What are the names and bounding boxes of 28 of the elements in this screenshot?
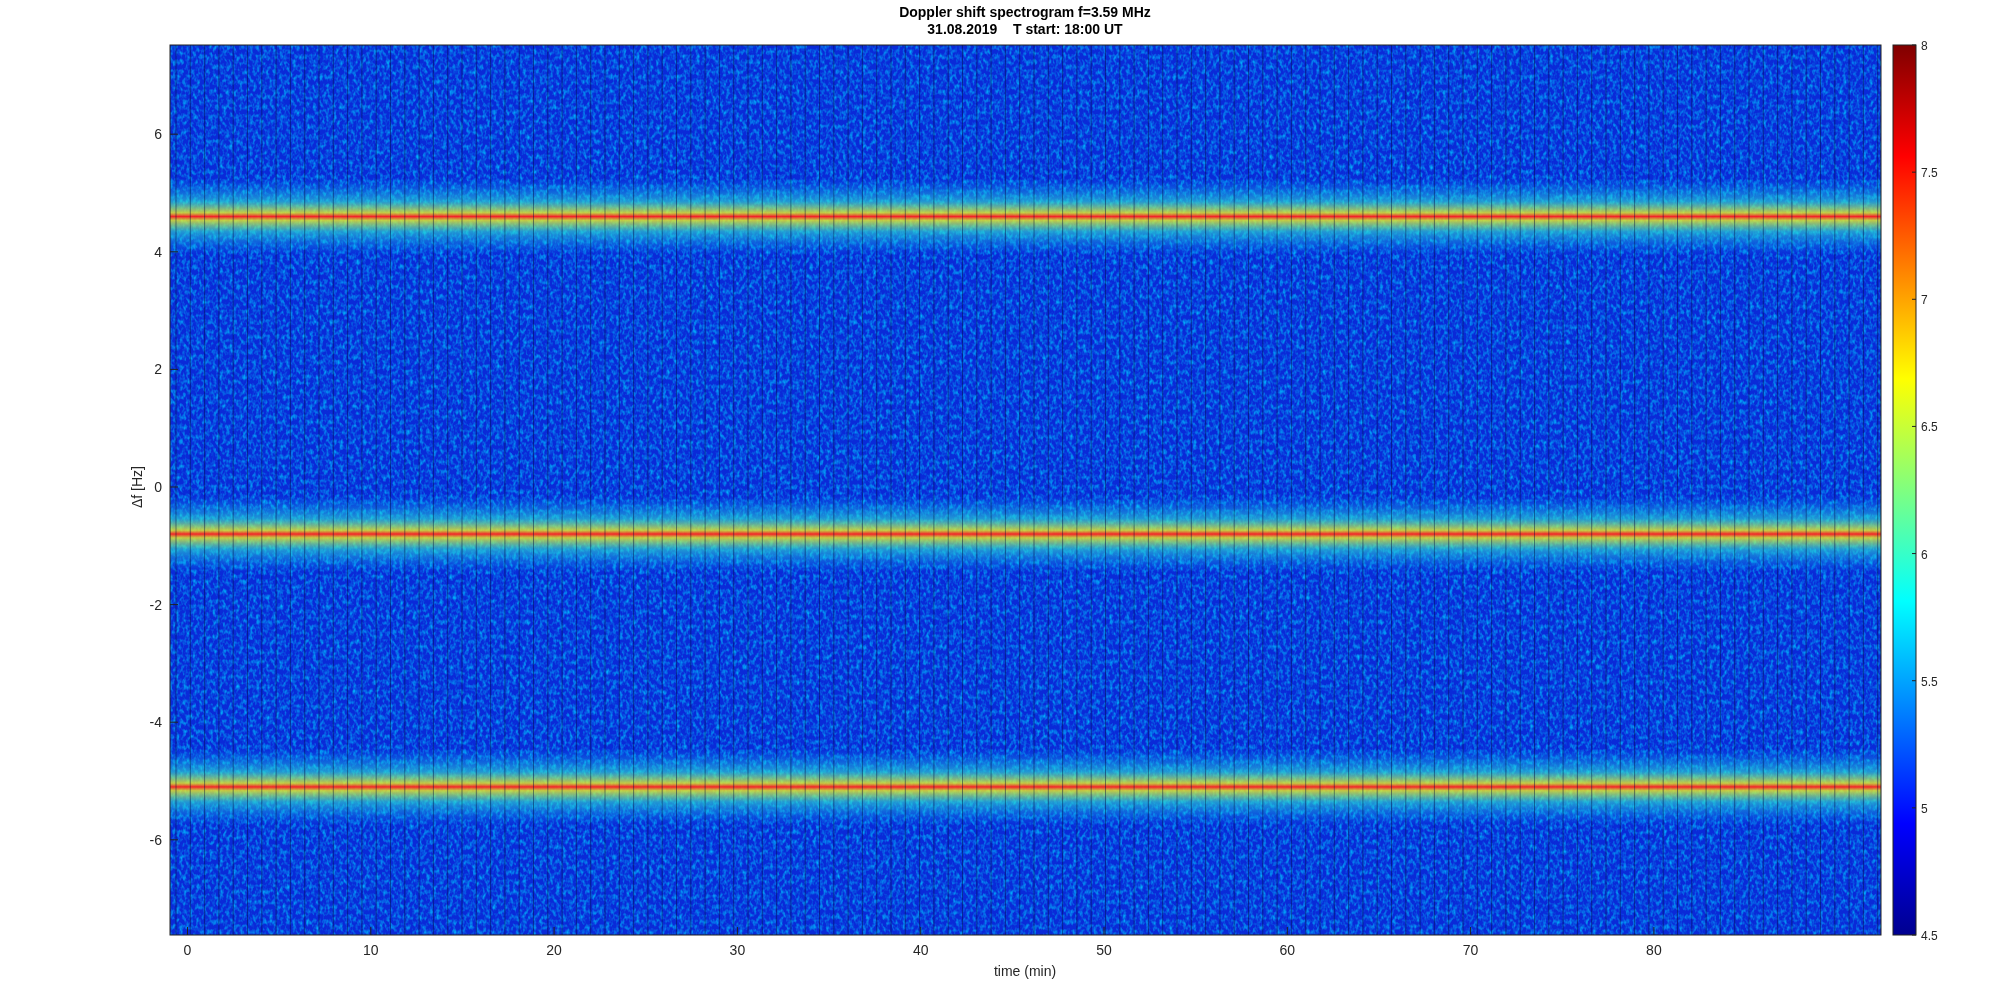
colorbar-tick-label: 7.5 bbox=[1921, 166, 1938, 181]
y-axis-label: Δf [Hz] bbox=[129, 466, 145, 508]
x-tick-label: 60 bbox=[1279, 942, 1296, 958]
y-tick-label: 4 bbox=[154, 243, 162, 260]
chart-title: Doppler shift spectrogram f=3.59 MHz bbox=[899, 4, 1151, 20]
x-tick-label: 10 bbox=[363, 942, 379, 958]
colorbar-tick-label: 6.5 bbox=[1921, 420, 1938, 435]
colorbar-tick-label: 6 bbox=[1921, 547, 1928, 562]
colorbar-tick-label: 5 bbox=[1921, 801, 1928, 816]
x-tick-label: 0 bbox=[183, 942, 192, 958]
colorbar-tick-label: 8 bbox=[1921, 39, 1928, 53]
x-tick-label: 40 bbox=[912, 942, 929, 958]
x-axis-label: time (min) bbox=[993, 963, 1057, 979]
colorbar-tick-label: 7 bbox=[1921, 293, 1928, 308]
x-tick-label: 70 bbox=[1462, 942, 1479, 958]
y-tick-label: 6 bbox=[154, 126, 162, 143]
colorbar-tick-label: 5.5 bbox=[1921, 674, 1938, 689]
chart-title: 31.08.2019 T start: 18:00 UT bbox=[927, 21, 1123, 37]
x-tick-label: 50 bbox=[1096, 942, 1112, 958]
y-tick-label: -4 bbox=[149, 714, 162, 731]
y-tick-label: -6 bbox=[149, 831, 162, 848]
y-tick-label: -2 bbox=[149, 596, 162, 613]
x-tick-label: 30 bbox=[729, 942, 746, 958]
y-tick-label: 0 bbox=[154, 479, 162, 495]
x-tick-label: 80 bbox=[1646, 942, 1662, 958]
x-tick-label: 20 bbox=[546, 942, 562, 958]
y-tick-label: 2 bbox=[154, 361, 162, 378]
colorbar-tick-label: 4.5 bbox=[1921, 929, 1938, 943]
